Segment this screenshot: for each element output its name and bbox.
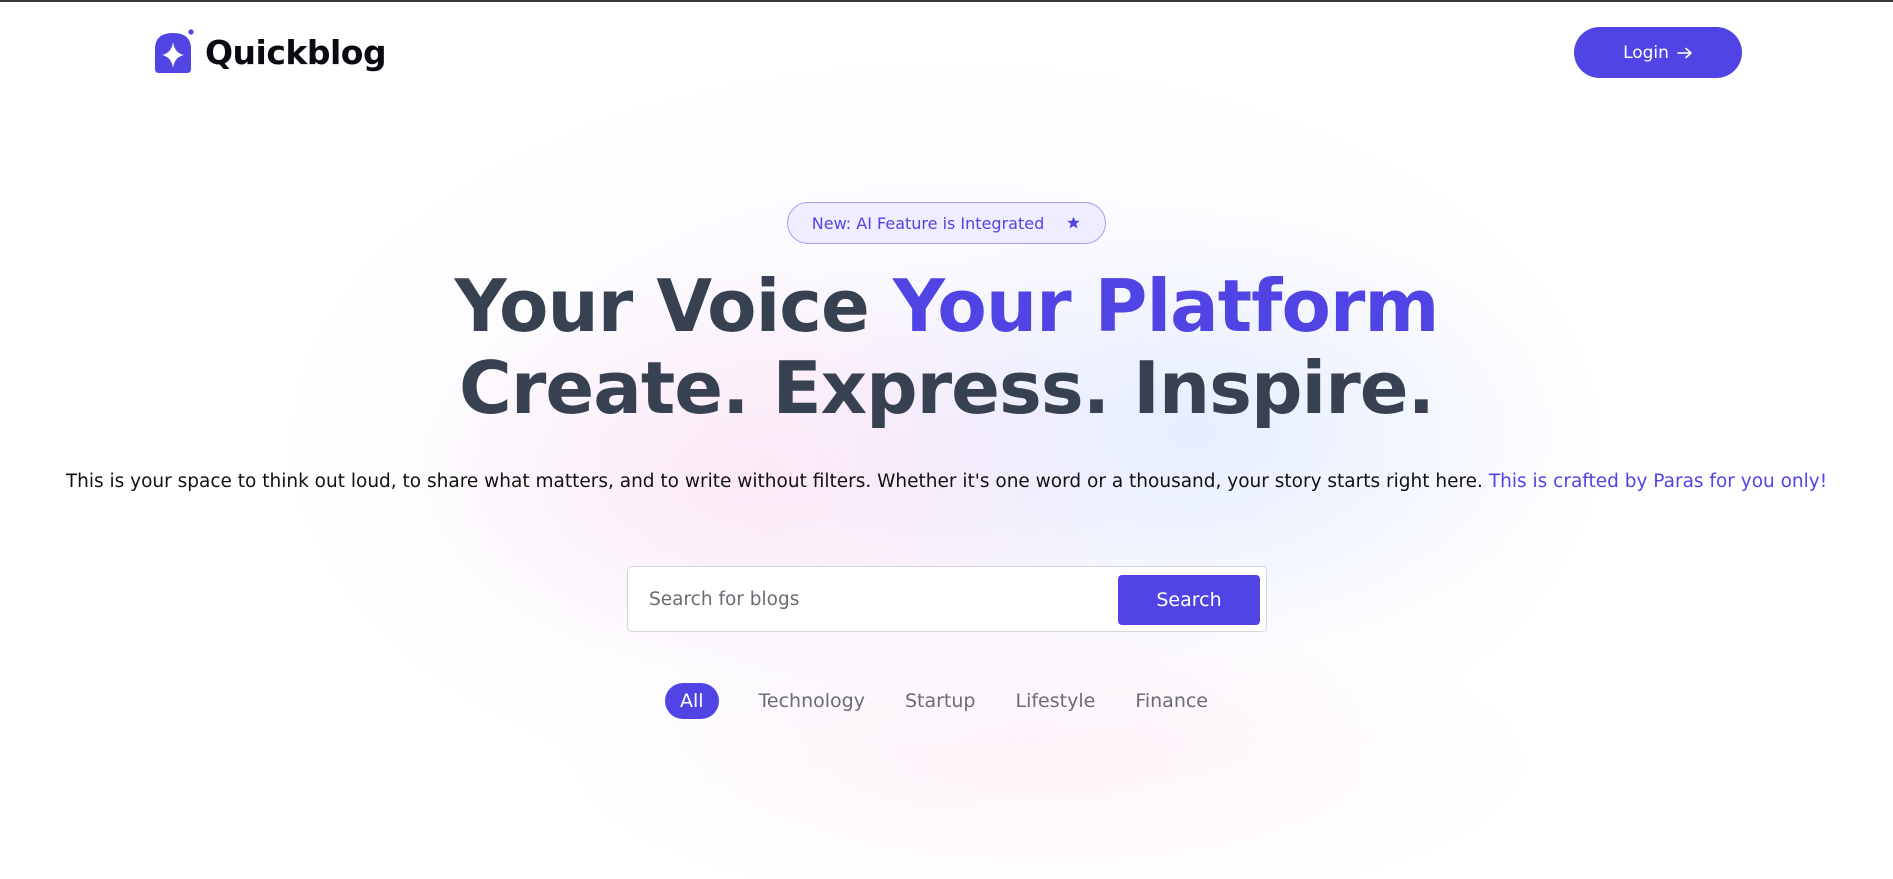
login-button-label: Login: [1623, 42, 1669, 63]
category-technology[interactable]: Technology: [739, 683, 885, 719]
sparkle-house-icon: [155, 29, 194, 73]
page: Quickblog Login New: AI Feature is Integ…: [0, 0, 1893, 879]
category-finance[interactable]: Finance: [1115, 683, 1228, 719]
search-form: Search: [627, 566, 1267, 632]
brand-logo[interactable]: Quickblog: [151, 29, 387, 75]
hero-description: This is your space to think out loud, to…: [0, 467, 1893, 497]
star-icon: [1067, 216, 1080, 228]
arrow-right-icon: [1677, 47, 1692, 58]
category-filters: All Technology Startup Lifestyle Finance: [0, 683, 1893, 719]
headline-plain: Your Voice: [454, 264, 893, 348]
category-lifestyle[interactable]: Lifestyle: [996, 683, 1116, 719]
search-input[interactable]: [629, 568, 1109, 630]
description-text: This is your space to think out loud, to…: [65, 471, 1483, 492]
hero-headline: Your Voice Your Platform Create. Express…: [0, 265, 1893, 429]
headline-accent: Your Platform: [892, 264, 1440, 348]
search-button[interactable]: Search: [1118, 575, 1260, 625]
category-startup[interactable]: Startup: [885, 683, 996, 719]
category-all[interactable]: All: [664, 683, 719, 719]
brand-name: Quickblog: [205, 32, 387, 72]
ai-feature-badge: New: AI Feature is Integrated: [787, 202, 1106, 244]
login-button[interactable]: Login: [1574, 27, 1742, 78]
description-accent: This is crafted by Paras for you only!: [1488, 471, 1828, 492]
badge-text: New: AI Feature is Integrated: [811, 213, 1045, 233]
headline-line2: Create. Express. Inspire.: [459, 346, 1435, 430]
